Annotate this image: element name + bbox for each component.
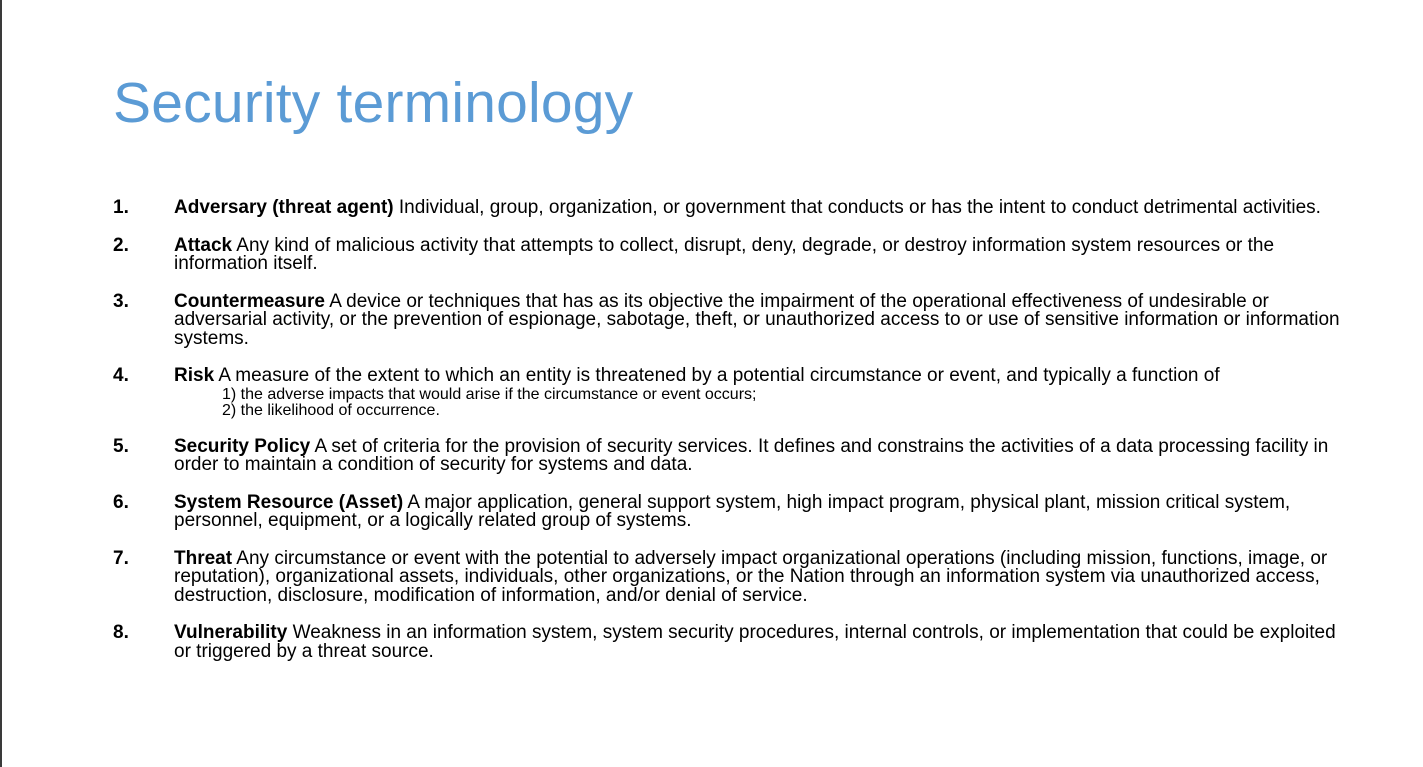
term-definition: Weakness in an information system, syste… — [174, 622, 1336, 662]
term-name: Adversary (threat agent) — [174, 197, 394, 218]
term-name: Risk — [174, 365, 215, 386]
term-number: 5. — [113, 435, 129, 457]
term-definition: A set of criteria for the provision of s… — [174, 435, 1329, 475]
term-definition: Individual, group, organization, or gove… — [393, 197, 1321, 218]
term-definition: Any kind of malicious activity that atte… — [174, 234, 1275, 274]
slide: Security terminology 1. Adversary (threa… — [0, 0, 1423, 767]
term-definition: A measure of the extent to which an enti… — [214, 365, 1220, 386]
term-item: 3. Countermeasure A device or techniques… — [113, 290, 1353, 349]
term-item: 4. Risk A measure of the extent to which… — [113, 365, 1353, 419]
term-number: 7. — [113, 547, 129, 569]
term-number: 4. — [113, 365, 129, 386]
term-number: 6. — [113, 491, 129, 513]
term-item: 5. Security Policy A set of criteria for… — [113, 435, 1353, 475]
term-number: 3. — [113, 290, 129, 312]
term-number: 8. — [113, 622, 129, 643]
term-item: 6. System Resource (Asset) A major appli… — [113, 491, 1353, 531]
term-item: 7. Threat Any circumstance or event with… — [113, 547, 1353, 606]
risk-factor-item: 1) the adverse impacts that would arise … — [222, 385, 757, 403]
term-definition: Any circumstance or event with the poten… — [174, 547, 1328, 606]
risk-factor-list: 1) the adverse impacts that would arise … — [222, 385, 1353, 419]
term-number: 1. — [113, 197, 129, 218]
risk-factor-item: 2) the likelihood of occurrence. — [222, 401, 440, 419]
term-item: 2. Attack Any kind of malicious activity… — [113, 234, 1353, 274]
term-definition: A device or techniques that has as its o… — [174, 290, 1340, 349]
slide-title: Security terminology — [113, 71, 634, 135]
term-item: 1. Adversary (threat agent) Individual, … — [113, 197, 1353, 218]
term-item: 8. Vulnerability Weakness in an informat… — [113, 622, 1353, 662]
terminology-list: 1. Adversary (threat agent) Individual, … — [113, 197, 1353, 680]
term-number: 2. — [113, 234, 129, 256]
